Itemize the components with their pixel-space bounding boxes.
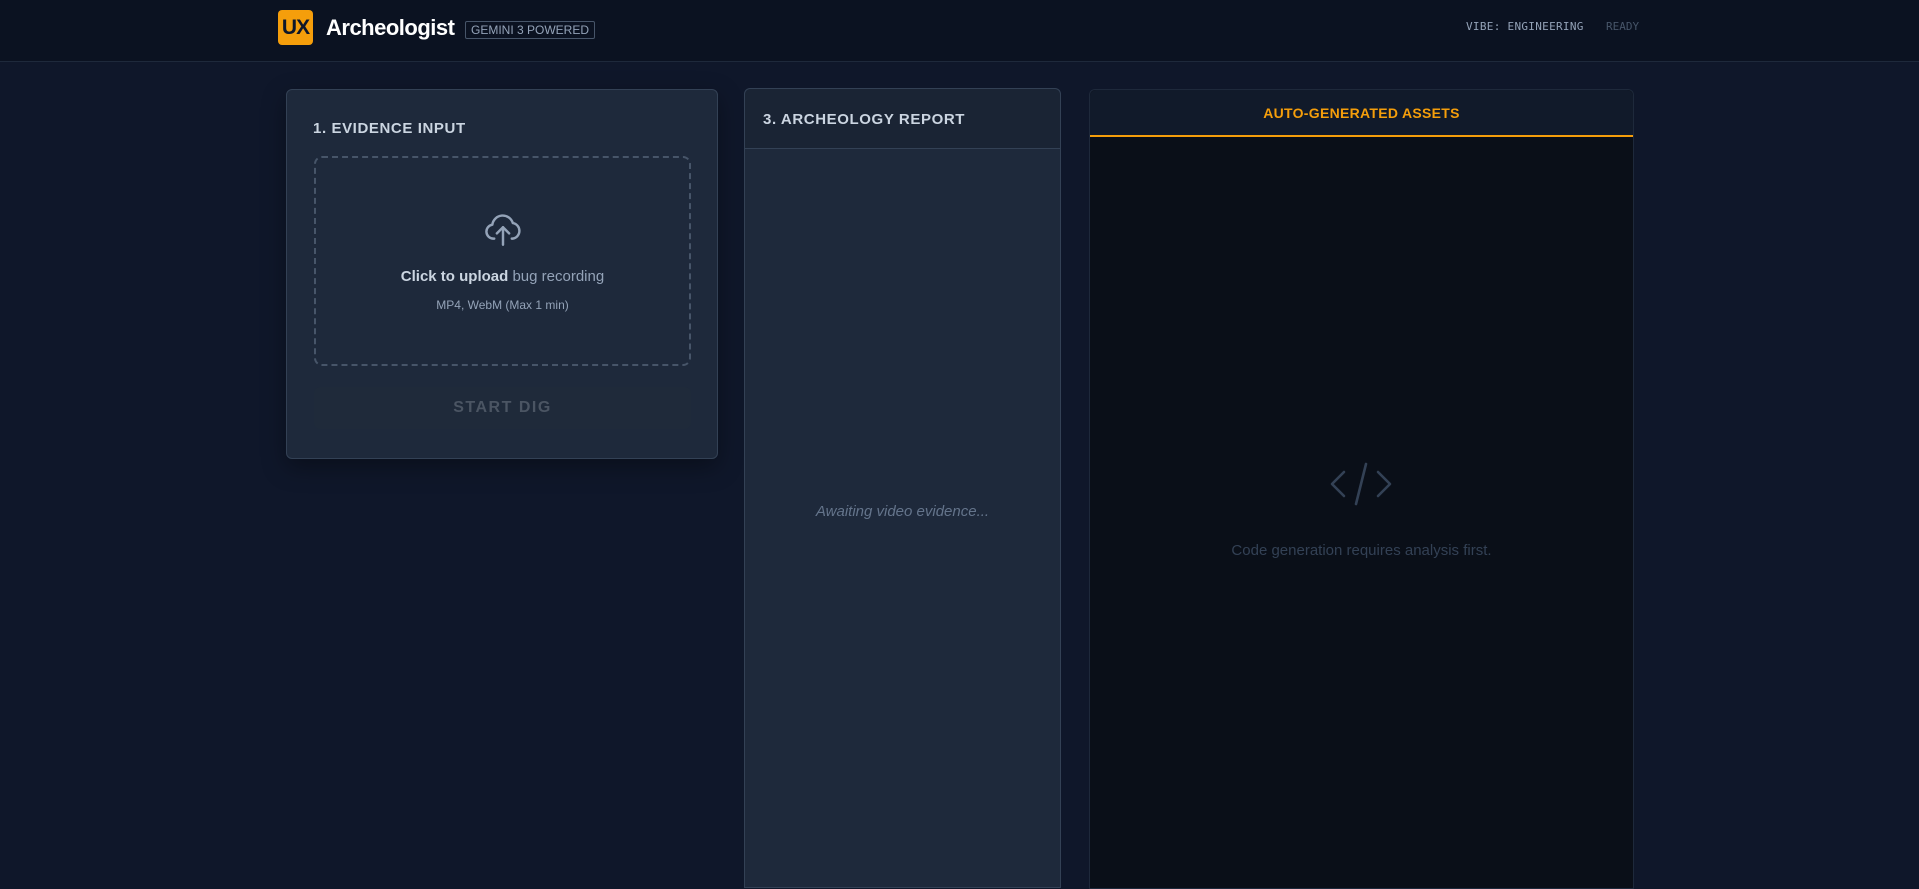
evidence-input-panel: 1. EVIDENCE INPUT Click to upload bug re… [286, 89, 718, 459]
evidence-input-heading: 1. EVIDENCE INPUT [313, 120, 466, 137]
tab-auto-generated-assets[interactable]: AUTO-GENERATED ASSETS [1090, 90, 1633, 137]
upload-formats: MP4, WebM (Max 1 min) [436, 298, 569, 312]
upload-dropzone[interactable]: Click to upload bug recording MP4, WebM … [314, 156, 691, 366]
auto-generated-assets-panel: AUTO-GENERATED ASSETS Code generation re… [1089, 89, 1634, 889]
assets-tab-label: AUTO-GENERATED ASSETS [1263, 104, 1460, 121]
report-heading: 3. ARCHEOLOGY REPORT [763, 111, 966, 128]
cloud-upload-icon [485, 214, 521, 246]
code-brackets-icon [1330, 462, 1392, 506]
report-placeholder: Awaiting video evidence... [815, 503, 990, 520]
vibe-indicator: VIBE: ENGINEERING [1466, 20, 1584, 33]
upload-instruction: Click to upload bug recording [316, 268, 689, 285]
status-indicator: READY [1606, 20, 1640, 33]
powered-badge: GEMINI 3 POWERED [465, 21, 596, 39]
top-bar: UX Archeologist GEMINI 3 POWERED VIBE: E… [0, 0, 1919, 62]
app-title: Archeologist [326, 15, 455, 40]
upload-link-text[interactable]: Click to upload [401, 268, 509, 285]
report-header: 3. ARCHEOLOGY REPORT [745, 89, 1060, 149]
code-generation-message: Code generation requires analysis first. [1231, 542, 1492, 559]
logo-badge: UX [278, 10, 313, 45]
archeology-report-panel: 3. ARCHEOLOGY REPORT Awaiting video evid… [744, 88, 1061, 888]
start-dig-button[interactable]: START DIG [314, 387, 691, 429]
upload-description: bug recording [508, 268, 605, 285]
